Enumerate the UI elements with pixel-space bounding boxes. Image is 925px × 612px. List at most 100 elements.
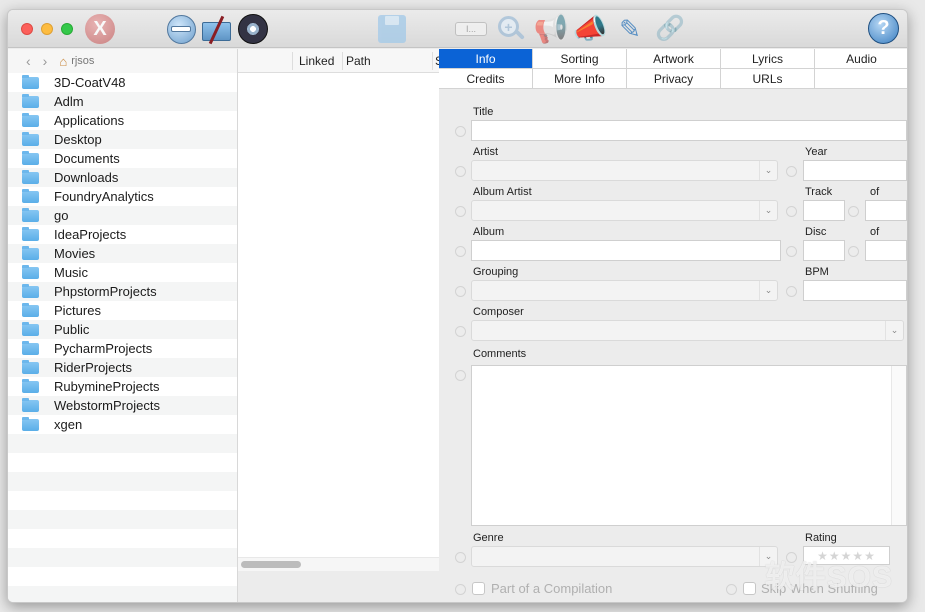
- folder-list-item[interactable]: FoundryAnalytics: [8, 187, 237, 206]
- rating-stars[interactable]: ★★★★★: [803, 546, 890, 565]
- back-button[interactable]: ‹: [26, 53, 31, 69]
- unlink-folder-button[interactable]: [201, 13, 233, 45]
- folder-list-item[interactable]: Music: [8, 263, 237, 282]
- tab-artwork[interactable]: Artwork: [627, 49, 721, 69]
- chevron-down-icon[interactable]: ⌄: [759, 161, 777, 180]
- folder-list-item[interactable]: WebstormProjects: [8, 396, 237, 415]
- disc-apply-radio[interactable]: [786, 246, 797, 257]
- track-apply-radio[interactable]: [786, 206, 797, 217]
- folder-list-item[interactable]: Documents: [8, 149, 237, 168]
- folder-list-item[interactable]: IdeaProjects: [8, 225, 237, 244]
- tag-button[interactable]: I...: [455, 13, 487, 45]
- album-artist-apply-radio[interactable]: [455, 206, 466, 217]
- artist-combo[interactable]: ⌄: [471, 160, 778, 181]
- column-header-path[interactable]: Path: [346, 54, 371, 68]
- edit-announce-button[interactable]: 📣: [573, 13, 608, 45]
- title-field[interactable]: [471, 120, 907, 141]
- composer-combo[interactable]: ⌄: [471, 320, 904, 341]
- tab-audio[interactable]: Audio: [815, 49, 907, 69]
- folder-name: PycharmProjects: [54, 341, 153, 356]
- remove-tags-button[interactable]: X: [84, 13, 116, 45]
- composer-apply-radio[interactable]: [455, 326, 466, 337]
- tag-box-icon: I...: [455, 22, 487, 36]
- help-button[interactable]: ?: [868, 13, 899, 44]
- rating-apply-radio[interactable]: [786, 552, 797, 563]
- remove-button[interactable]: [165, 13, 197, 45]
- comments-textarea[interactable]: [471, 365, 907, 526]
- track-total-field[interactable]: [865, 200, 907, 221]
- link-button[interactable]: 🔗: [654, 13, 686, 45]
- grouping-apply-radio[interactable]: [455, 286, 466, 297]
- folder-list-item[interactable]: Desktop: [8, 130, 237, 149]
- genre-combo[interactable]: ⌄: [471, 546, 778, 567]
- tab-urls[interactable]: URLs: [721, 69, 815, 89]
- bpm-field[interactable]: [803, 280, 907, 301]
- grouping-combo[interactable]: ⌄: [471, 280, 778, 301]
- folder-list-item[interactable]: PhpstormProjects: [8, 282, 237, 301]
- chevron-down-icon[interactable]: ⌄: [885, 321, 903, 340]
- chevron-down-icon[interactable]: ⌄: [759, 281, 777, 300]
- folder-list-item[interactable]: xgen: [8, 415, 237, 434]
- folder-list-item[interactable]: Public: [8, 320, 237, 339]
- tab-info[interactable]: Info: [439, 49, 533, 69]
- folder-list-item[interactable]: Pictures: [8, 301, 237, 320]
- folder-list-item[interactable]: RiderProjects: [8, 358, 237, 377]
- tab-sorting[interactable]: Sorting: [533, 49, 627, 69]
- track-total-apply-radio[interactable]: [848, 206, 859, 217]
- chevron-down-icon[interactable]: ⌄: [759, 201, 777, 220]
- folder-list-item[interactable]: Downloads: [8, 168, 237, 187]
- pencil-icon: ✎: [619, 14, 641, 44]
- folder-list-item[interactable]: go: [8, 206, 237, 225]
- compilation-checkbox[interactable]: [472, 582, 485, 595]
- home-icon[interactable]: ⌂: [59, 54, 67, 69]
- folder-list-item[interactable]: RubymineProjects: [8, 377, 237, 396]
- folder-name: Adlm: [54, 94, 84, 109]
- album-artist-combo[interactable]: ⌄: [471, 200, 778, 221]
- disc-button[interactable]: [237, 13, 269, 45]
- title-apply-radio[interactable]: [455, 126, 466, 137]
- album-field[interactable]: [471, 240, 781, 261]
- tab-more-info[interactable]: More Info: [533, 69, 627, 89]
- genre-apply-radio[interactable]: [455, 552, 466, 563]
- folder-list-item[interactable]: 3D-CoatV48: [8, 73, 237, 92]
- disc-total-field[interactable]: [865, 240, 907, 261]
- bpm-apply-radio[interactable]: [786, 286, 797, 297]
- window-zoom-button[interactable]: [61, 23, 73, 35]
- window-close-button[interactable]: [21, 23, 33, 35]
- current-location[interactable]: rjsos: [71, 55, 94, 67]
- scrollbar-thumb[interactable]: [241, 561, 301, 568]
- forward-button[interactable]: ›: [43, 53, 48, 69]
- chevron-down-icon[interactable]: ⌄: [759, 547, 777, 566]
- zoom-button[interactable]: +: [495, 13, 527, 45]
- folder-list-item[interactable]: Adlm: [8, 92, 237, 111]
- folder-list-item[interactable]: PycharmProjects: [8, 339, 237, 358]
- tab-lyrics[interactable]: Lyrics: [721, 49, 815, 69]
- save-button[interactable]: [376, 13, 408, 45]
- skip-shuffle-checkbox[interactable]: [743, 582, 756, 595]
- edit-button[interactable]: ✎: [614, 13, 646, 45]
- tab-privacy[interactable]: Privacy: [627, 69, 721, 89]
- disc-total-apply-radio[interactable]: [848, 246, 859, 257]
- year-field[interactable]: [803, 160, 907, 181]
- folder-list-item[interactable]: Applications: [8, 111, 237, 130]
- tab-credits[interactable]: Credits: [439, 69, 533, 89]
- window-minimize-button[interactable]: [41, 23, 53, 35]
- compilation-apply-radio[interactable]: [455, 584, 466, 595]
- announce-button[interactable]: 📢: [534, 13, 569, 45]
- album-apply-radio[interactable]: [455, 246, 466, 257]
- skip-shuffle-apply-radio[interactable]: [726, 584, 737, 595]
- comments-scrollbar[interactable]: [891, 366, 906, 525]
- year-apply-radio[interactable]: [786, 166, 797, 177]
- column-header-linked[interactable]: Linked: [299, 54, 334, 68]
- tab-empty: [815, 69, 907, 89]
- comments-apply-radio[interactable]: [455, 370, 466, 381]
- horizontal-scrollbar[interactable]: [238, 557, 439, 571]
- track-field[interactable]: [803, 200, 845, 221]
- disc-field[interactable]: [803, 240, 845, 261]
- rating-label: Rating: [805, 532, 837, 544]
- folder-slash-icon: [201, 15, 233, 45]
- empty-row: [8, 434, 237, 453]
- artist-apply-radio[interactable]: [455, 166, 466, 177]
- folder-list-item[interactable]: Movies: [8, 244, 237, 263]
- link-icon: 🔗: [655, 15, 685, 42]
